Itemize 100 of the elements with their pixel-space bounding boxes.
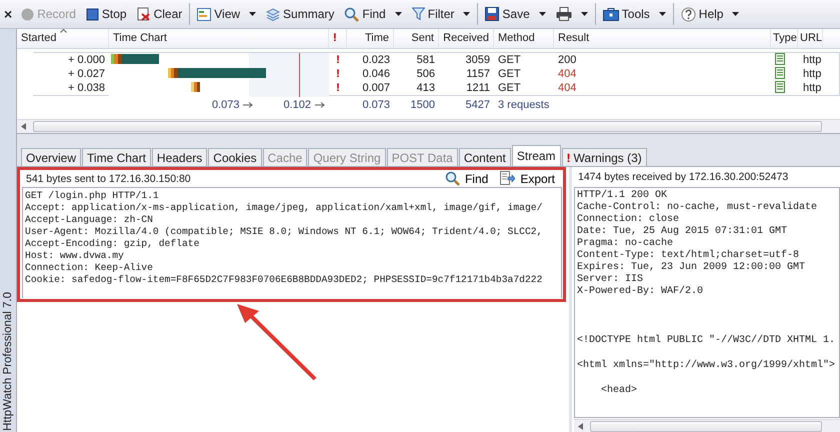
search-icon [344,6,360,22]
response-text-area[interactable] [574,187,840,418]
tab[interactable]: Headers [152,148,208,166]
table-cell-text: 404 [557,81,578,96]
request-line: Accept-Encoding: gzip, deflate [25,238,200,250]
export-icon [500,171,516,186]
column-header[interactable]: Method [494,29,554,48]
request-line: Cookie: safedog-flow-item=F8F65D2C7F983F0706E6B8BDDA93DED2; PHPSESSID=9c7f12171b4b3a7d222 [25,274,544,286]
caret-icon [394,12,402,16]
column-header[interactable]: Started [17,29,109,48]
response-line: Server: IIS [577,274,644,286]
response-line: Expires: Tue, 23 Jun 2009 12:00:00 GMT [577,262,806,274]
tab[interactable]: ! Warnings (3) [562,148,647,166]
left-arrow-icon[interactable] [578,423,584,430]
toolbar-button[interactable]: Summary [261,2,340,26]
table-cell-text: 1157 [465,67,491,82]
table-cell-text: 1211 [465,81,491,96]
filter-icon [412,7,425,21]
total-value: 0.073 [212,98,240,112]
response-line: X-Powered-By: WAF/2.0 [577,286,704,298]
request-line: GET /login.php HTTP/1.1 [25,190,160,202]
tab[interactable]: Overview [21,148,82,166]
save-icon [485,7,500,21]
response-line: HTTP/1.1 200 OK [577,190,668,202]
toolbar-button[interactable]: Find [339,2,407,26]
table-cell-text: 0.046 [361,67,391,82]
table-cell-text: 0.007 [361,81,391,96]
table-cell-text: GET [497,81,522,96]
response-line: <head> [600,385,638,397]
table-cell-text: + 0.027 [66,67,106,82]
response-line: Date: Tue, 25 Aug 2015 07:31:01 GMT [577,226,788,238]
toolbar-button[interactable]: Help [676,2,744,26]
table-cell-text: 3059 [464,53,491,68]
stop-icon [86,8,99,20]
tab[interactable]: Time Chart [82,148,151,166]
column-header[interactable]: ! [329,29,347,48]
total-value: 1500 [410,98,436,112]
toolbox-icon [602,7,619,21]
response-line: Pragma: no-cache [577,238,674,250]
table-cell-text: + 0.038 [66,81,106,96]
toolbar-button[interactable]: Save [480,2,551,26]
panel-button[interactable]: Find [442,171,490,186]
table-cell-text: http [802,53,822,68]
table-cell-text: 581 [416,53,436,68]
table-cell-text: http [802,67,822,82]
sort-icon [60,29,66,33]
table-cell-text: GET [497,67,522,82]
time-bar-drawing [191,82,200,92]
tab[interactable]: Cookies [208,148,262,166]
caret-icon [732,12,740,16]
printer-icon [556,7,572,21]
clear-icon [136,7,151,21]
left-arrow-icon[interactable] [21,123,27,130]
total-value: 0.102 [283,98,311,112]
column-header[interactable]: Received [439,29,494,48]
tab[interactable]: Stream [512,145,561,166]
help-icon [680,6,696,22]
response-line: Content-Type: text/html;charset=utf-8 [577,250,800,262]
stream-summary: 541 bytes sent to 172.16.30.150:80 [26,172,191,184]
caret-icon [249,12,256,16]
table-cell-text: 413 [416,81,436,96]
document-icon [775,67,785,79]
search-icon [444,171,460,186]
app-name: HttpWatch Professional 7.0 [1,292,15,431]
request-line: Accept: application/x-ms-application, image/jpeg, application/xaml+xml, image/gif, image/ [25,202,544,214]
caret-icon [538,12,546,16]
column-header[interactable]: Type [771,29,798,48]
request-text-area[interactable] [22,187,562,298]
column-header[interactable]: Time Chart [109,29,329,48]
warning-mark: ! [335,81,341,96]
response-line: Cache-Control: no-cache, must-revalidate [577,202,818,214]
response-line: Connection: close [577,214,680,226]
toolbar-button[interactable]: Clear [132,2,188,26]
document-icon [775,81,785,93]
column-header[interactable]: URL [798,29,823,48]
column-header[interactable]: Sent [394,29,439,48]
record-icon [21,8,34,20]
request-row[interactable]: + 0.038 ! 0.007 413 1211 GET 404 http [33,81,839,95]
table-cell-text: GET [497,53,522,68]
table-cell-text: http [802,81,822,96]
column-header[interactable]: Time [347,29,394,48]
request-line: Accept-Language: zh-CN [25,214,154,226]
panel-button[interactable]: Export [498,171,557,186]
caret-icon [658,12,666,16]
horizontal-scrollbar[interactable] [574,419,840,432]
toolbar-button[interactable]: Filter [406,2,476,26]
toolbar-button[interactable]: View [192,2,262,26]
layers-icon [266,8,280,20]
column-header[interactable]: Result [554,29,771,48]
request-count: 3 requests [497,98,550,112]
horizontal-scrollbar[interactable] [17,119,840,133]
warning-mark: ! [335,67,341,82]
tab[interactable]: Content [458,148,511,166]
toolbar-button[interactable]: × [0,2,16,26]
toolbar-button[interactable]: Stop [80,2,132,26]
table-cell-text: 506 [416,67,436,82]
document-icon [775,53,785,65]
toolbar-button[interactable]: Tools [598,2,671,26]
table-cell-text: + 0.000 [66,53,106,68]
total-value: 0.073 [361,98,391,112]
